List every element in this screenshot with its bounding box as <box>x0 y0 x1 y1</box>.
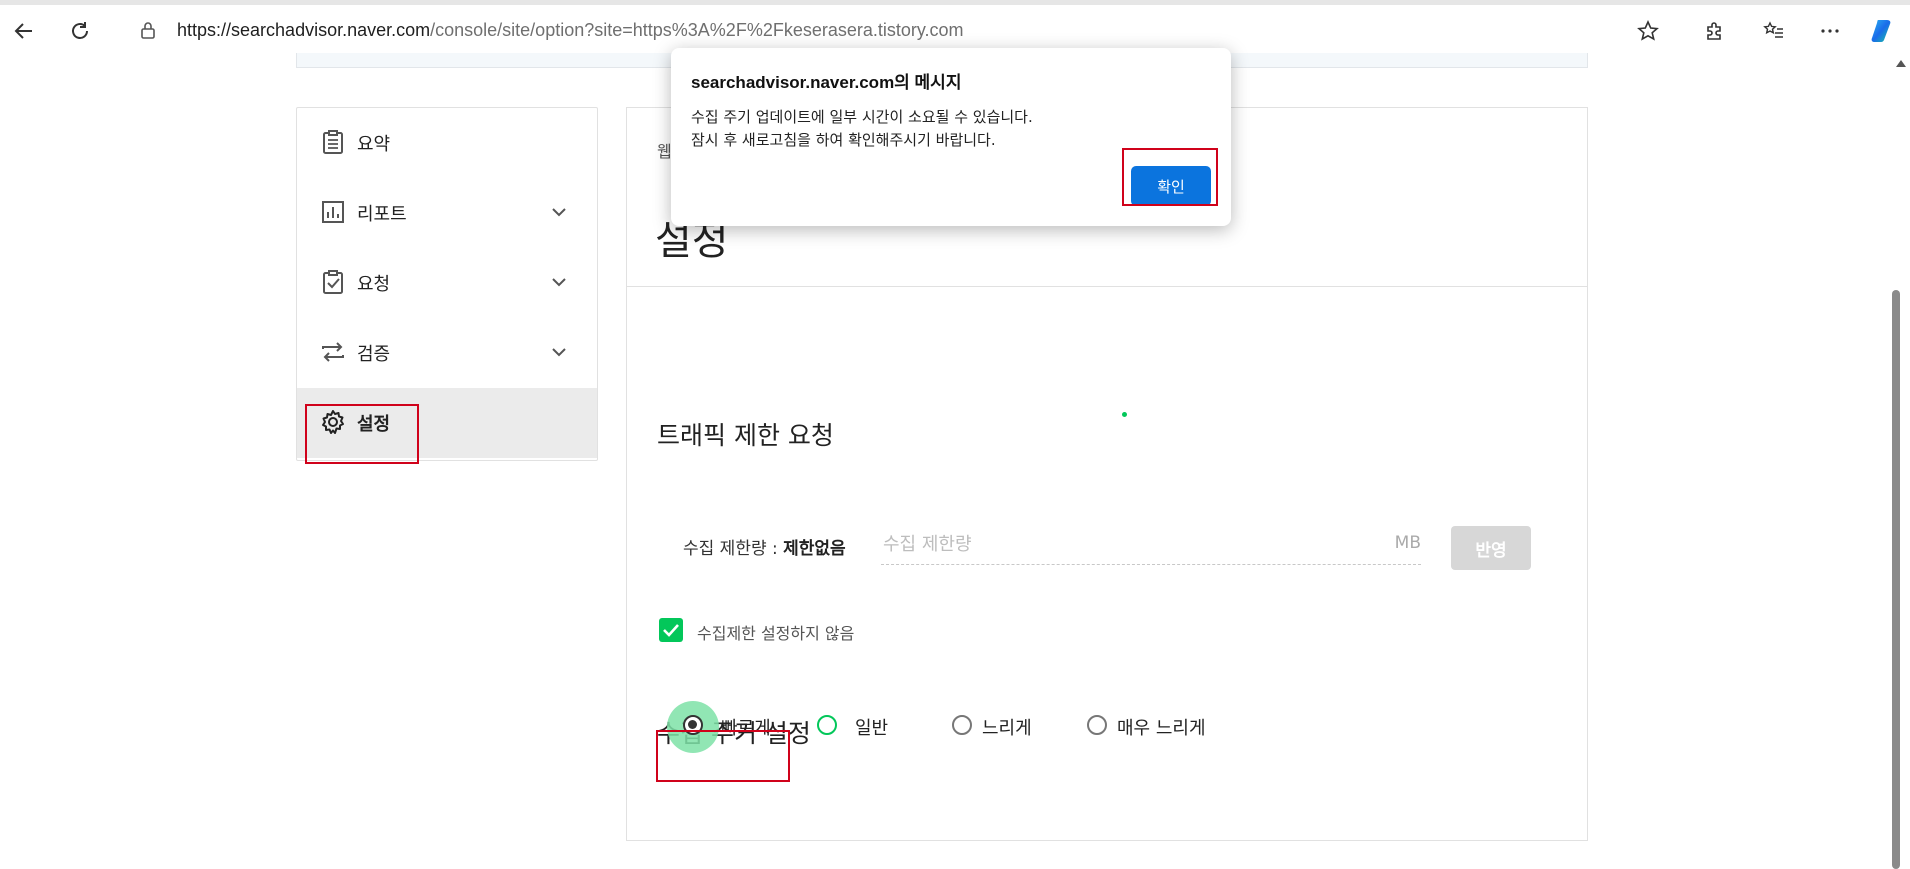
crawl-limit-caption: 수집 제한량 : <box>683 539 784 559</box>
sidebar-item-label: 요청 <box>357 274 391 295</box>
sidebar-item-label: 리포트 <box>357 204 407 225</box>
no-limit-checkbox[interactable] <box>659 618 683 642</box>
radio-normal-label: 일반 <box>855 718 889 739</box>
dialog-title: searchadvisor.naver.com의 메시지 <box>691 73 962 92</box>
dialog-message-line: 잠시 후 새로고침을 하여 확인해주시기 바랍니다. <box>691 131 996 149</box>
sidebar-nav: 요약 리포트 요청 검증 설정 <box>296 107 598 461</box>
loading-indicator <box>1122 412 1127 417</box>
dialog-message-line: 수집 주기 업데이트에 일부 시간이 소요될 수 있습니다. <box>691 108 1033 126</box>
sidebar-item-request[interactable]: 요청 <box>297 248 597 318</box>
crawl-limit-field: MB <box>881 524 1421 565</box>
no-limit-checkbox-label[interactable]: 수집제한 설정하지 않음 <box>697 620 854 644</box>
radio-slow[interactable]: 느리게 <box>942 702 1062 752</box>
radio-very-slow[interactable]: 매우 느리게 <box>1077 702 1257 752</box>
unit-label: MB <box>1394 533 1421 553</box>
chevron-down-icon[interactable] <box>549 342 569 362</box>
sidebar-item-label: 요약 <box>357 134 391 155</box>
star-icon <box>1637 20 1659 41</box>
radio-very-slow-indicator[interactable] <box>1087 715 1107 735</box>
sidebar-item-label: 설정 <box>357 414 391 435</box>
more-menu-button[interactable] <box>1812 13 1848 49</box>
scroll-up-arrow-icon[interactable] <box>1896 60 1906 67</box>
ellipsis-icon <box>1821 29 1839 33</box>
sidebar-item-label: 검증 <box>357 344 391 365</box>
radio-normal[interactable]: 일반 <box>807 702 917 752</box>
crawl-limit-value: 제한없음 <box>783 539 846 559</box>
favorites-list-icon <box>1763 21 1783 38</box>
url-text[interactable]: https://searchadvisor.naver.com/console/… <box>177 20 964 41</box>
url-path: /console/site/option?site=https%3A%2F%2F… <box>430 20 964 40</box>
reload-icon <box>72 22 88 39</box>
sidebar-item-verify[interactable]: 검증 <box>297 318 597 388</box>
radio-normal-indicator[interactable] <box>817 715 837 735</box>
chevron-down-icon[interactable] <box>549 272 569 292</box>
favorite-button[interactable] <box>1630 13 1666 49</box>
alert-dialog: searchadvisor.naver.com의 메시지 수집 주기 업데이트에… <box>671 48 1231 226</box>
radio-fast[interactable]: 빠르게 <box>657 701 771 753</box>
sidebar-item-summary[interactable]: 요약 <box>297 108 597 178</box>
checkmark-icon <box>663 624 679 637</box>
sidebar-item-report[interactable]: 리포트 <box>297 178 597 248</box>
favorites-list-button[interactable] <box>1756 13 1792 49</box>
reload-button[interactable] <box>62 13 98 49</box>
dialog-ok-button[interactable]: 확인 <box>1131 166 1211 206</box>
browser-toolbar: https://searchadvisor.naver.com/console/… <box>0 5 1910 53</box>
scrollbar-thumb[interactable] <box>1892 290 1900 869</box>
crawl-cycle-options: 빠르게 일반 느리게 매우 느리게 <box>657 701 1357 753</box>
radio-fast-label: 빠르게 <box>721 718 771 739</box>
address-bar[interactable]: https://searchadvisor.naver.com/console/… <box>115 9 1695 51</box>
puzzle-icon <box>1707 22 1721 40</box>
url-host: https://searchadvisor.naver.com <box>177 20 431 40</box>
gear-icon <box>322 410 344 434</box>
radio-very-slow-label: 매우 느리게 <box>1117 718 1206 739</box>
dialog-message: 수집 주기 업데이트에 일부 시간이 소요될 수 있습니다. 잠시 후 새로고침… <box>691 106 1033 152</box>
back-arrow-icon <box>14 23 32 39</box>
traffic-limit-heading: 트래픽 제한 요청 <box>657 421 834 450</box>
chevron-down-icon[interactable] <box>549 202 569 222</box>
apply-button[interactable]: 반영 <box>1451 526 1531 570</box>
radio-slow-label: 느리게 <box>982 718 1032 739</box>
breadcrumb[interactable]: 웹 <box>657 138 672 162</box>
swap-arrows-icon <box>322 342 344 362</box>
copilot-icon <box>1871 20 1891 42</box>
clipboard-check-icon <box>323 270 343 294</box>
radio-fast-indicator[interactable] <box>683 715 703 735</box>
lock-icon[interactable] <box>137 19 159 41</box>
bar-chart-icon <box>322 201 344 223</box>
clipboard-icon <box>323 130 343 154</box>
crawl-limit-input[interactable] <box>881 528 1375 560</box>
copilot-button[interactable] <box>1866 13 1902 49</box>
extensions-button[interactable] <box>1696 13 1732 49</box>
radio-slow-indicator[interactable] <box>952 715 972 735</box>
back-button[interactable] <box>6 13 42 49</box>
sidebar-item-settings[interactable]: 설정 <box>297 388 597 458</box>
crawl-limit-label: 수집 제한량 : 제한없음 <box>683 534 846 559</box>
